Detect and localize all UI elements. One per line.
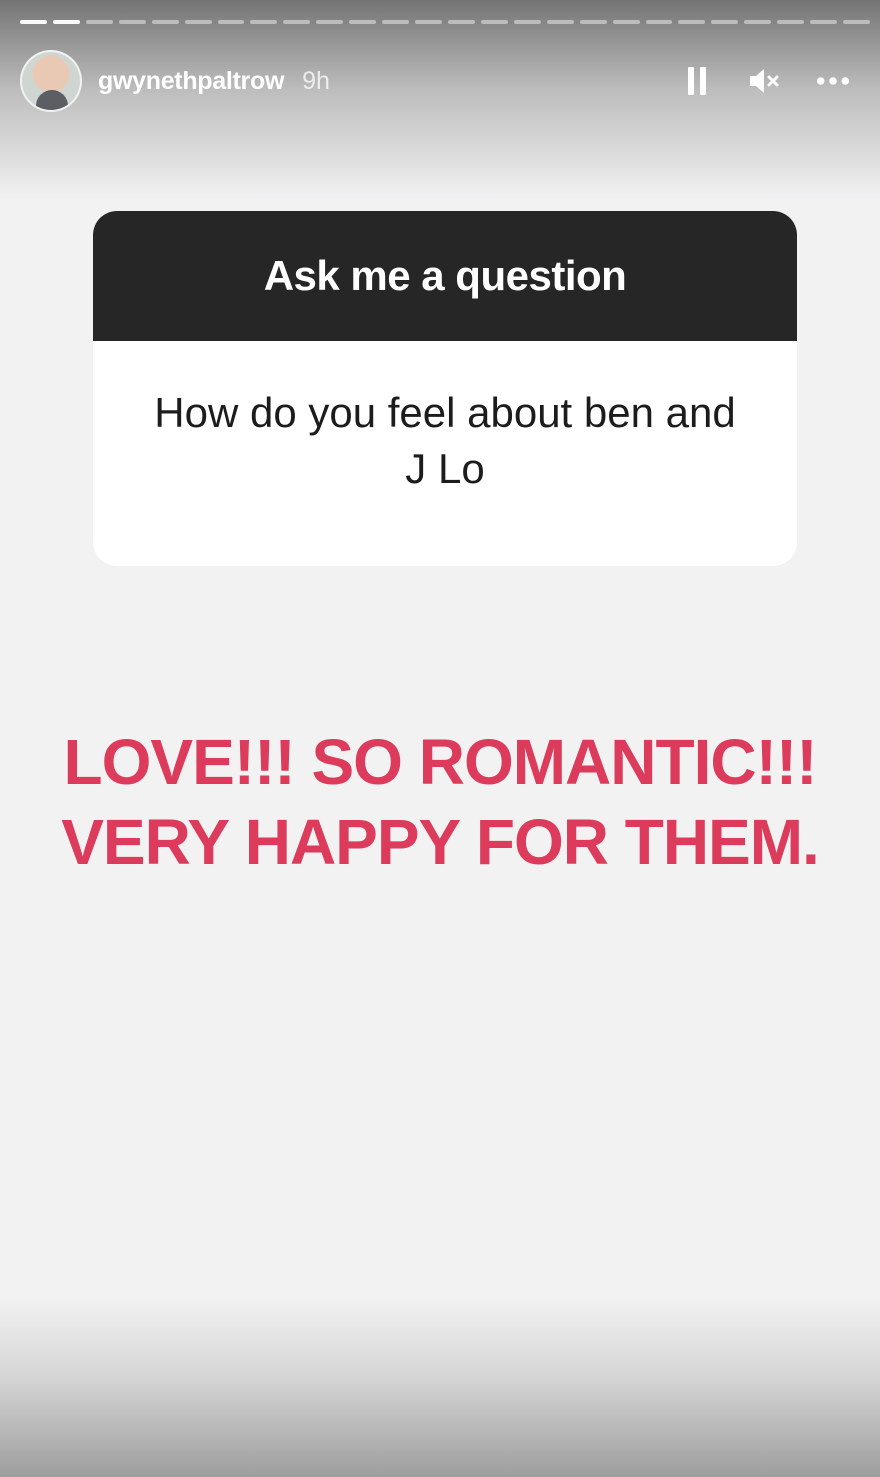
progress-segment	[843, 20, 870, 24]
answer-text: LOVE!!! SO ROMANTIC!!! VERY HAPPY FOR TH…	[40, 722, 840, 882]
progress-segment	[513, 20, 541, 24]
story-header: gwynethpaltrow 9h	[20, 48, 860, 114]
progress-segment	[283, 20, 311, 24]
progress-segment	[546, 20, 574, 24]
pause-button[interactable]	[680, 64, 714, 98]
progress-segment	[349, 20, 377, 24]
progress-segment	[316, 20, 344, 24]
answer-line-2: VERY HAPPY FOR THEM.	[61, 806, 820, 878]
progress-segment	[645, 20, 673, 24]
muted-speaker-icon	[750, 69, 779, 93]
progress-segment	[447, 20, 475, 24]
progress-segment	[151, 20, 179, 24]
post-time: 9h	[302, 66, 330, 95]
mute-button[interactable]	[748, 64, 782, 98]
more-options-icon	[816, 77, 850, 85]
progress-segment	[415, 20, 442, 24]
progress-segment	[20, 20, 47, 24]
progress-segment	[250, 20, 278, 24]
progress-segment	[744, 20, 772, 24]
progress-segment	[118, 20, 146, 24]
question-sticker: Ask me a question How do you feel about …	[93, 211, 797, 566]
profile-avatar[interactable]	[20, 50, 82, 112]
progress-segment	[678, 20, 706, 24]
pause-icon	[685, 67, 709, 95]
progress-segment	[810, 20, 838, 24]
bottom-gradient-overlay	[0, 1297, 880, 1477]
more-options-button[interactable]	[816, 64, 850, 98]
progress-segment	[85, 20, 113, 24]
username[interactable]: gwynethpaltrow	[98, 67, 284, 96]
progress-segment	[480, 20, 508, 24]
progress-segment	[711, 20, 739, 24]
progress-segment	[184, 20, 212, 24]
question-sticker-header: Ask me a question	[93, 211, 797, 341]
story-progress-bar	[20, 20, 870, 24]
progress-segment	[777, 20, 805, 24]
progress-segment	[217, 20, 245, 24]
progress-segment	[579, 20, 607, 24]
story-controls	[680, 64, 860, 98]
question-text: How do you feel about ben and J Lo	[154, 388, 736, 492]
progress-segment	[382, 20, 410, 24]
progress-segment	[52, 20, 80, 24]
answer-line-1: LOVE!!! SO ROMANTIC!!!	[63, 726, 818, 798]
progress-segment	[612, 20, 640, 24]
